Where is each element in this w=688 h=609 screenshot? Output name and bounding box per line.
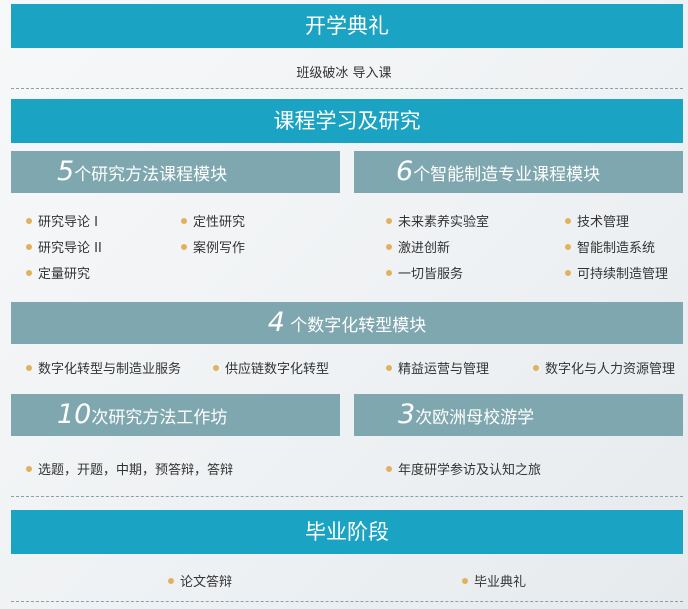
list-item: 精益运营与管理 bbox=[386, 358, 489, 377]
bullet-icon bbox=[213, 364, 219, 371]
course-study-title: 课程学习及研究 bbox=[273, 109, 421, 133]
course-study-header: 课程学习及研究 bbox=[11, 99, 683, 143]
smart-manufacturing-modules-header: 6个智能制造专业课程模块 bbox=[354, 151, 683, 193]
list-item: 数字化转型与制造业服务 bbox=[26, 358, 181, 377]
digital-modules-label: 个数字化转型模块 bbox=[284, 316, 427, 336]
bullet-icon bbox=[565, 269, 571, 276]
digital-modules-count: 4 bbox=[267, 307, 285, 338]
list-item: 研究导论 I bbox=[26, 211, 98, 230]
bullet-icon bbox=[386, 243, 392, 250]
list-item: 未来素养实验室 bbox=[386, 211, 489, 230]
list-item: 智能制造系统 bbox=[565, 237, 655, 256]
bullet-icon bbox=[533, 364, 539, 371]
opening-ceremony-title: 开学典礼 bbox=[305, 14, 389, 38]
study-tours-label: 次欧洲母校游学 bbox=[415, 408, 535, 428]
study-tours-count: 3 bbox=[398, 399, 416, 430]
opening-ceremony-header: 开学典礼 bbox=[11, 4, 683, 48]
divider bbox=[11, 88, 683, 89]
workshops-header: 10次研究方法工作坊 bbox=[11, 394, 340, 436]
bullet-icon bbox=[462, 577, 468, 584]
graduation-title: 毕业阶段 bbox=[305, 520, 389, 544]
research-modules-header: 5个研究方法课程模块 bbox=[11, 151, 340, 193]
list-item: 研究导论 II bbox=[26, 237, 102, 256]
list-item: 可持续制造管理 bbox=[565, 263, 668, 282]
workshops-label: 次研究方法工作坊 bbox=[91, 408, 228, 428]
list-item: 案例写作 bbox=[181, 237, 245, 256]
opening-subtitle: 班级破冰 导入课 bbox=[296, 66, 392, 81]
digital-transformation-modules-header: 4 个数字化转型模块 bbox=[11, 302, 683, 344]
smart-modules-count: 6 bbox=[396, 156, 414, 187]
divider bbox=[11, 496, 683, 497]
graduation-header: 毕业阶段 bbox=[11, 510, 683, 554]
list-item: 毕业典礼 bbox=[462, 571, 526, 590]
bullet-icon bbox=[181, 243, 187, 250]
bullet-icon bbox=[386, 364, 392, 371]
list-item: 一切皆服务 bbox=[386, 263, 463, 282]
list-item: 数字化与人力资源管理 bbox=[533, 358, 675, 377]
list-item: 供应链数字化转型 bbox=[213, 358, 329, 377]
bullet-icon bbox=[26, 465, 32, 472]
study-tours-header: 3次欧洲母校游学 bbox=[354, 394, 683, 436]
list-item: 定性研究 bbox=[181, 211, 245, 230]
list-item: 选题，开题，中期，预答辩，答辩 bbox=[26, 459, 233, 478]
bullet-icon bbox=[565, 243, 571, 250]
research-modules-label: 个研究方法课程模块 bbox=[74, 165, 228, 185]
bullet-icon bbox=[565, 217, 571, 224]
list-item: 定量研究 bbox=[26, 263, 90, 282]
list-item: 论文答辩 bbox=[168, 571, 232, 590]
list-item: 激进创新 bbox=[386, 237, 450, 256]
bullet-icon bbox=[386, 217, 392, 224]
bullet-icon bbox=[386, 465, 392, 472]
list-item: 年度研学参访及认知之旅 bbox=[386, 459, 541, 478]
smart-modules-label: 个智能制造专业课程模块 bbox=[413, 165, 601, 185]
bullet-icon bbox=[26, 217, 32, 224]
bullet-icon bbox=[26, 269, 32, 276]
divider bbox=[11, 601, 683, 602]
bullet-icon bbox=[168, 577, 174, 584]
bullet-icon bbox=[26, 364, 32, 371]
workshops-count: 10 bbox=[57, 399, 92, 430]
list-item: 技术管理 bbox=[565, 211, 629, 230]
bullet-icon bbox=[386, 269, 392, 276]
bullet-icon bbox=[181, 217, 187, 224]
bullet-icon bbox=[26, 243, 32, 250]
research-modules-count: 5 bbox=[57, 156, 75, 187]
